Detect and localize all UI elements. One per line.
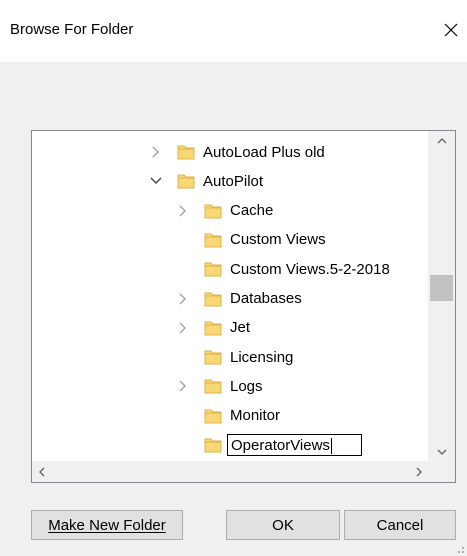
title-bar: Browse For Folder xyxy=(0,0,467,62)
text-caret xyxy=(330,438,332,455)
tree-item-label: Databases xyxy=(230,290,302,307)
tree-item-editing[interactable]: OperatorViews xyxy=(176,431,362,459)
scroll-right-icon xyxy=(416,467,422,476)
horizontal-scrollbar[interactable] xyxy=(32,461,429,482)
collapsed-chevron-icon[interactable] xyxy=(176,204,190,218)
resize-grip-icon[interactable] xyxy=(455,544,465,554)
scroll-up-icon xyxy=(437,138,446,144)
folder-icon xyxy=(204,262,222,277)
folder-name-input[interactable]: OperatorViews xyxy=(227,434,362,456)
tree-item[interactable]: AutoPilot xyxy=(149,167,263,195)
ok-label: OK xyxy=(272,516,294,534)
scroll-up-button[interactable] xyxy=(428,131,455,151)
tree-item[interactable]: Jet xyxy=(176,314,250,342)
folder-icon xyxy=(204,233,222,248)
cancel-label: Cancel xyxy=(376,516,424,534)
tree-item[interactable]: Custom Views.5-2-2018 xyxy=(176,255,390,283)
tree-item[interactable]: Databases xyxy=(176,285,302,313)
collapsed-chevron-icon[interactable] xyxy=(149,145,163,159)
folder-name-value: OperatorViews xyxy=(231,437,330,454)
vertical-scroll-thumb[interactable] xyxy=(430,275,453,301)
tree-item-label: Jet xyxy=(230,319,251,337)
scrollbar-corner xyxy=(428,461,455,482)
scroll-down-icon xyxy=(437,449,446,455)
cancel-button[interactable]: Cancel xyxy=(344,510,456,540)
folder-icon xyxy=(204,409,222,424)
make-new-folder-label: Make New Folder xyxy=(48,516,166,534)
tree-item[interactable]: Licensing xyxy=(176,343,293,371)
folder-icon xyxy=(204,204,222,219)
tree-item[interactable]: Custom Views xyxy=(176,226,326,254)
close-icon xyxy=(444,23,458,37)
tree-item[interactable]: AutoLoad Plus old xyxy=(149,138,325,166)
tree-item-label: Custom Views.5-2-2018 xyxy=(230,260,390,278)
chevron-placeholder xyxy=(176,409,190,423)
window-title: Browse For Folder xyxy=(10,21,134,38)
folder-icon xyxy=(177,174,195,189)
make-new-folder-button[interactable]: Make New Folder xyxy=(31,510,183,540)
folder-tree[interactable]: AutoLoad Plus old AutoPilot Cache Custom Vi… xyxy=(31,130,456,483)
folder-icon xyxy=(204,321,222,336)
scroll-down-button[interactable] xyxy=(428,442,455,462)
tree-item-label: AutoPilot xyxy=(203,172,264,190)
tree-item[interactable]: Cache xyxy=(176,197,273,225)
scroll-right-button[interactable] xyxy=(409,461,429,482)
tree-item[interactable]: Monitor xyxy=(176,402,280,430)
tree-item-label: Licensing xyxy=(230,348,294,366)
expanded-chevron-icon[interactable] xyxy=(149,174,163,188)
chevron-placeholder xyxy=(176,438,190,452)
folder-icon xyxy=(204,292,222,306)
chevron-placeholder xyxy=(176,350,190,364)
folder-icon xyxy=(204,350,222,365)
folder-icon xyxy=(204,379,222,394)
chevron-placeholder xyxy=(176,262,190,276)
tree-item-label: AutoLoad Plus old xyxy=(203,143,325,161)
tree-item-label: Monitor xyxy=(230,407,281,425)
collapsed-chevron-icon[interactable] xyxy=(176,379,190,393)
close-button[interactable] xyxy=(435,14,467,46)
collapsed-chevron-icon[interactable] xyxy=(176,292,190,306)
scroll-left-icon xyxy=(39,467,45,476)
vertical-scrollbar[interactable] xyxy=(428,131,455,462)
chevron-placeholder xyxy=(176,233,190,247)
collapsed-chevron-icon[interactable] xyxy=(176,321,190,335)
tree-item-label: Cache xyxy=(230,202,274,220)
folder-icon xyxy=(177,145,195,160)
tree-item[interactable]: Logs xyxy=(176,372,263,400)
folder-icon xyxy=(204,438,222,453)
tree-item-label: Custom Views xyxy=(230,231,326,249)
tree-item-label: Logs xyxy=(230,377,263,395)
ok-button[interactable]: OK xyxy=(226,510,340,540)
scroll-left-button[interactable] xyxy=(32,461,52,482)
folder-tree-content: AutoLoad Plus old AutoPilot Cache Custom Vi… xyxy=(32,131,429,462)
